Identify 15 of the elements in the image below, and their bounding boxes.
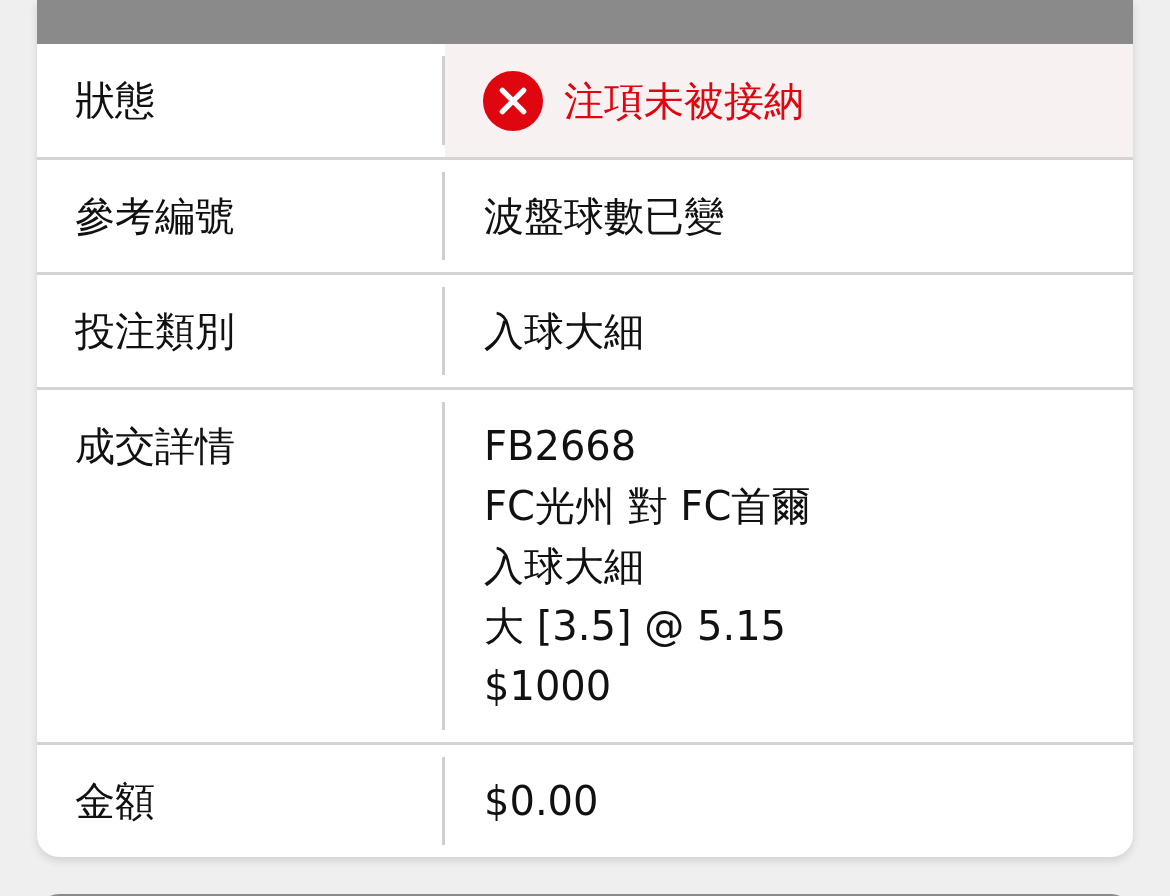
row-value: 入球大細 (483, 307, 645, 356)
close-circle-icon (482, 69, 544, 132)
status-text: 注項未被接納 (564, 76, 804, 126)
detail-line: FC光州 對 FC首爾 (484, 482, 813, 531)
detail-line: 大 [3.5] @ 5.15 (484, 602, 788, 651)
row-label: 成交詳情 (74, 422, 236, 471)
row-label: 金額 (74, 777, 156, 826)
row-label: 狀態 (74, 76, 156, 125)
detail-line: 入球大細 (484, 542, 645, 591)
row-label: 投注類別 (74, 307, 236, 356)
row-label: 參考編號 (74, 192, 236, 241)
detail-line: $1000 (484, 662, 613, 711)
row-value: $0.00 (483, 777, 600, 826)
detail-line: FB2668 (484, 422, 638, 471)
row-value: 波盤球數已變 (483, 192, 725, 241)
